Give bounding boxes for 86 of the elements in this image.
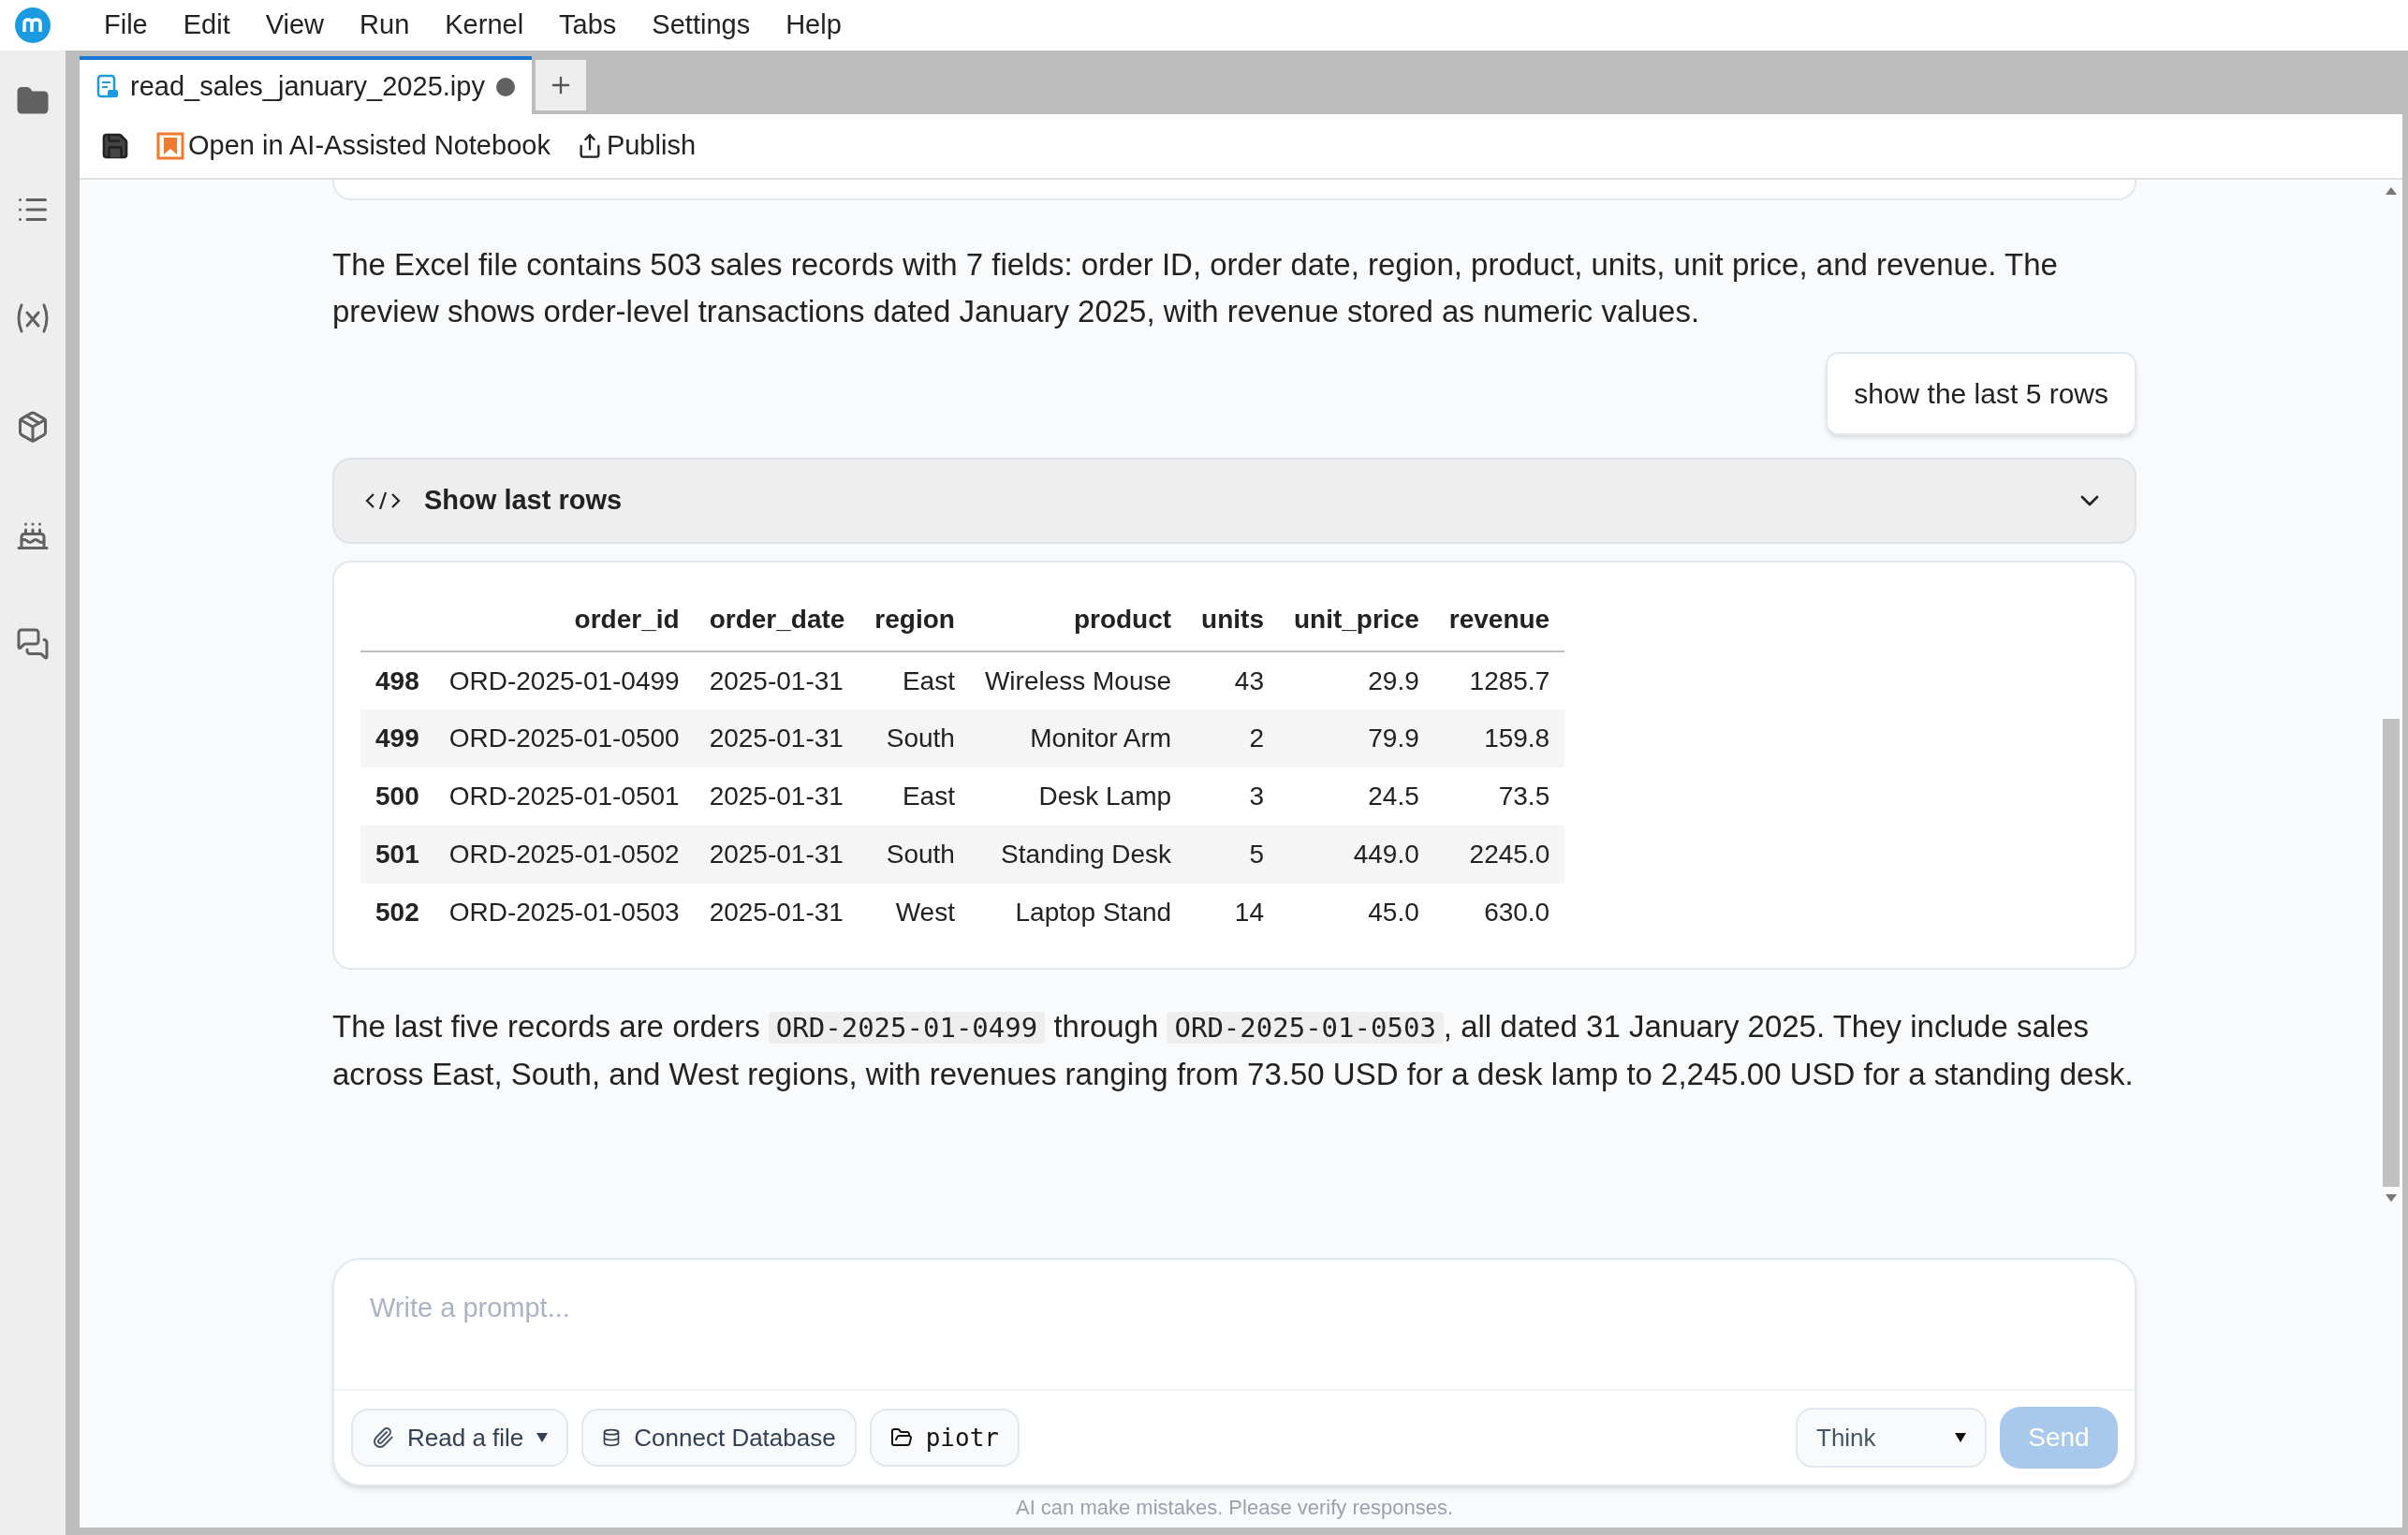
chat-icon[interactable]: [16, 627, 50, 661]
table-cell: 1285.7: [1469, 665, 1550, 695]
table-cell: Wireless Mouse: [984, 665, 1172, 695]
package-icon[interactable]: [16, 410, 50, 444]
paperclip-icon: [372, 1426, 394, 1449]
table-cell: ORD-2025-01-0502: [448, 840, 680, 869]
code-title: Show last rows: [424, 484, 624, 518]
table-cell: South: [886, 724, 955, 753]
column-header: unit_price: [1294, 605, 1419, 634]
mode-select[interactable]: Think: [1796, 1408, 1987, 1468]
assistant-message: The Excel file contains 503 sales records with 7 fields: order ID, order date, region, product, units, unit price, and revenue. The preview shows order-level transactions dated January 2025, with revenue stored as numeric values.: [332, 246, 2059, 330]
table-cell: 2025-01-31: [709, 782, 844, 811]
table-cell: South: [886, 840, 955, 869]
table-cell: 2025-01-31: [709, 665, 844, 695]
column-header: order_date: [709, 605, 845, 634]
table-cell: ORD-2025-01-0501: [448, 782, 680, 811]
row-index: 501: [375, 840, 419, 869]
column-header: units: [1201, 605, 1264, 634]
row-index: 498: [375, 665, 419, 695]
row-index: 502: [375, 898, 419, 927]
table-cell: 2025-01-31: [709, 840, 844, 869]
menu-item[interactable]: File: [86, 5, 166, 46]
table-cell: East: [902, 665, 955, 695]
notebook-icon: [96, 74, 119, 100]
tab-label: read_sales_january_2025.ipy: [130, 70, 485, 104]
code-toggle[interactable]: Show last rows: [332, 458, 2136, 544]
table-cell: 449.0: [1353, 840, 1419, 869]
folder-icon: [889, 1426, 913, 1449]
table-cell: ORD-2025-01-0500: [448, 724, 680, 753]
table-cell: 14: [1234, 898, 1264, 927]
table-cell: 2025-01-31: [709, 724, 844, 753]
menu-item[interactable]: Kernel: [427, 5, 542, 46]
column-header: region: [874, 605, 955, 634]
column-header: revenue: [1448, 605, 1550, 634]
tool-button[interactable]: Connect Database: [581, 1409, 857, 1467]
save-button[interactable]: [100, 131, 130, 161]
prompt-field[interactable]: Write a prompt...: [370, 1288, 2099, 1329]
table-cell: ORD-2025-01-0499: [448, 665, 680, 695]
table-cell: Laptop Stand: [1015, 898, 1172, 927]
bookmark-icon: [156, 132, 184, 160]
column-header: order_id: [574, 605, 680, 634]
table-cell: Standing Desk: [1001, 840, 1172, 869]
table-cell: 24.5: [1368, 782, 1419, 811]
save-icon: [100, 131, 130, 161]
row-index: 499: [375, 724, 419, 753]
menu-item[interactable]: Settings: [634, 5, 769, 46]
table-cell: West: [895, 898, 955, 927]
table-cell: Monitor Arm: [1030, 724, 1172, 753]
table-cell: 630.0: [1484, 898, 1550, 927]
menu-item[interactable]: Run: [342, 5, 428, 46]
column-header: product: [1073, 605, 1172, 634]
assistant-message: The last five records are orders ORD-2025-01-0499 through ORD-2025-01-0503 , all dated 31 January 2025. They include sales across East, South, and West regions, with revenues ranging from 73.50 USD for a desk lamp to 2,245.00 USD for a standing desk.: [332, 1008, 2135, 1093]
menu-item[interactable]: Tabs: [541, 5, 635, 46]
table-cell: 79.9: [1368, 724, 1419, 753]
table-cell: East: [902, 782, 955, 811]
table-cell: 73.5: [1498, 782, 1550, 811]
menu-item[interactable]: Help: [768, 5, 859, 46]
ai-notebook-button[interactable]: Open in AI-Assisted Notebook: [156, 125, 551, 167]
tool-button[interactable]: piotr: [869, 1409, 1020, 1467]
scroll-up-icon[interactable]: [2386, 187, 2397, 195]
table-cell: 2: [1249, 724, 1264, 753]
table-cell: 2245.0: [1469, 840, 1550, 869]
database-icon: [602, 1428, 622, 1447]
table-cell: ORD-2025-01-0503: [448, 898, 680, 927]
table-cell: 3: [1249, 782, 1264, 811]
table-cell: 2025-01-31: [709, 898, 844, 927]
scrollbar-thumb[interactable]: [2383, 719, 2400, 1187]
menu-item[interactable]: View: [247, 5, 343, 46]
tool-button[interactable]: Read a file: [351, 1409, 569, 1467]
table-cell: 45.0: [1368, 898, 1419, 927]
table-cell: 43: [1234, 665, 1264, 695]
disclaimer-text: AI can make mistakes. Please verify responses.: [1015, 1494, 1454, 1521]
app-logo: [15, 7, 51, 43]
menu-item[interactable]: Edit: [165, 5, 248, 46]
user-message: show the last 5 rows: [1826, 352, 2136, 435]
scroll-down-icon[interactable]: [2386, 1194, 2397, 1202]
publish-button[interactable]: Publish: [576, 125, 696, 167]
table-cell: 29.9: [1368, 665, 1419, 695]
table-cell: 159.8: [1484, 724, 1550, 753]
table-cell: 5: [1249, 840, 1264, 869]
dropdown-icon: [1955, 1433, 1966, 1442]
notebook-tab[interactable]: read_sales_january_2025.ipy: [80, 56, 532, 114]
new-tab-button[interactable]: [535, 60, 586, 110]
code-icon: [364, 490, 402, 512]
row-index: 500: [375, 782, 419, 811]
table-cell: Desk Lamp: [1038, 782, 1172, 811]
